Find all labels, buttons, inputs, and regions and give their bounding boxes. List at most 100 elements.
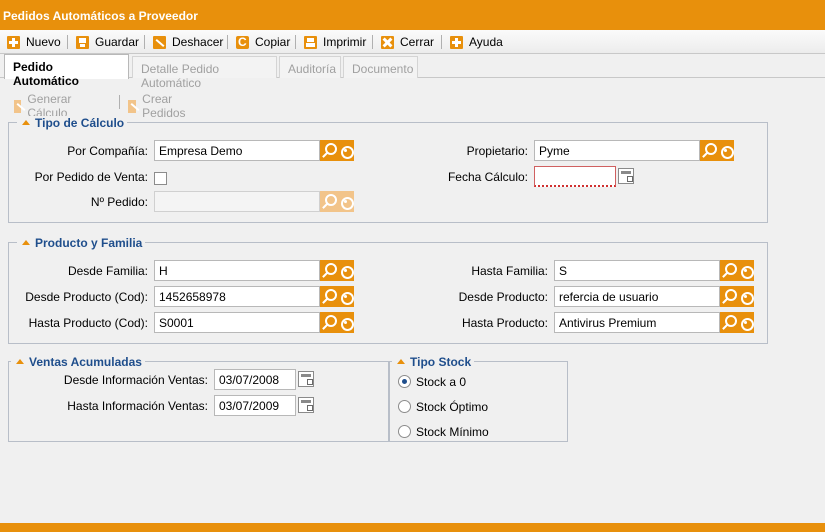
- calendar-icon[interactable]: [298, 371, 314, 387]
- cerrar-label: Cerrar: [400, 35, 435, 49]
- desde-info-ventas-input[interactable]: 03/07/2008: [214, 369, 296, 390]
- tipo-stock-title[interactable]: Tipo Stock: [392, 355, 475, 369]
- desde-familia-lookup[interactable]: [320, 260, 354, 281]
- deshacer-button[interactable]: Deshacer: [153, 33, 223, 51]
- desde-producto-lookup[interactable]: [720, 286, 754, 307]
- guardar-label: Guardar: [95, 35, 140, 49]
- generate-icon: [14, 99, 22, 113]
- fecha-calculo-input[interactable]: [534, 166, 616, 187]
- gear-icon[interactable]: [337, 312, 354, 333]
- stock-optimo-radio[interactable]: [398, 400, 411, 413]
- search-icon[interactable]: [320, 260, 337, 281]
- propietario-lookup[interactable]: [700, 140, 734, 161]
- tab-detalle-pedido-automatico[interactable]: Detalle Pedido Automático: [132, 56, 277, 90]
- calendar-icon[interactable]: [618, 168, 634, 184]
- search-icon[interactable]: [720, 260, 737, 281]
- ayuda-label: Ayuda: [469, 35, 503, 49]
- collapse-caret-icon: [19, 117, 33, 129]
- tab-documento[interactable]: Documento: [343, 56, 418, 78]
- hasta-producto-input[interactable]: Antivirus Premium: [554, 312, 720, 333]
- propietario-input[interactable]: Pyme: [534, 140, 700, 161]
- propietario-label: Propietario:: [466, 144, 528, 158]
- hasta-producto-cod-label: Hasta Producto (Cod):: [28, 316, 148, 330]
- hasta-producto-label: Hasta Producto:: [461, 316, 548, 330]
- stock-a-0-label: Stock a 0: [416, 375, 467, 389]
- nuevo-button[interactable]: Nuevo: [7, 33, 61, 51]
- search-icon[interactable]: [320, 140, 337, 161]
- gear-icon[interactable]: [337, 140, 354, 161]
- hasta-familia-label: Hasta Familia:: [471, 264, 548, 278]
- tab-strip: Pedido Automático Detalle Pedido Automát…: [0, 54, 825, 90]
- toolbar-separator: [295, 35, 296, 49]
- por-pedido-venta-label: Por Pedido de Venta:: [34, 170, 148, 184]
- toolbar-separator: [441, 35, 442, 49]
- stock-a-0-radio[interactable]: [398, 375, 411, 388]
- hasta-producto-cod-input[interactable]: S0001: [154, 312, 320, 333]
- calendar-icon[interactable]: [298, 397, 314, 413]
- stock-minimo-radio[interactable]: [398, 425, 411, 438]
- copiar-label: Copiar: [255, 35, 291, 49]
- collapse-caret-icon: [13, 356, 27, 368]
- create-orders-icon: [128, 99, 137, 113]
- gear-icon[interactable]: [337, 260, 354, 281]
- print-icon: [304, 35, 317, 49]
- desde-familia-label: Desde Familia:: [67, 264, 148, 278]
- desde-producto-cod-input[interactable]: 1452658978: [154, 286, 320, 307]
- ayuda-button[interactable]: Ayuda: [450, 33, 503, 51]
- search-icon[interactable]: [700, 140, 717, 161]
- cerrar-button[interactable]: Cerrar: [381, 33, 434, 51]
- crear-pedidos-button[interactable]: Crear Pedidos: [128, 92, 190, 120]
- ventas-acumuladas-title[interactable]: Ventas Acumuladas: [11, 355, 145, 369]
- desde-producto-label: Desde Producto:: [458, 290, 548, 304]
- desde-info-ventas-label: Desde Información Ventas:: [63, 373, 208, 387]
- hasta-producto-cod-lookup[interactable]: [320, 312, 354, 333]
- action-separator: [119, 95, 120, 109]
- imprimir-button[interactable]: Imprimir: [304, 33, 366, 51]
- close-icon: [381, 35, 394, 49]
- por-compania-input[interactable]: Empresa Demo: [154, 140, 320, 161]
- desde-producto-cod-label: Desde Producto (Cod):: [25, 290, 148, 304]
- search-icon[interactable]: [320, 191, 337, 212]
- nuevo-label: Nuevo: [26, 35, 61, 49]
- plus-icon: [7, 35, 20, 49]
- gear-icon[interactable]: [737, 312, 754, 333]
- guardar-button[interactable]: Guardar: [76, 33, 139, 51]
- help-icon: [450, 35, 463, 49]
- gear-icon[interactable]: [737, 260, 754, 281]
- no-pedido-input[interactable]: [154, 191, 320, 212]
- copy-icon: [236, 35, 249, 49]
- hasta-info-ventas-label: Hasta Información Ventas:: [67, 399, 208, 413]
- search-icon[interactable]: [320, 312, 337, 333]
- stock-minimo-label: Stock Mínimo: [416, 425, 489, 439]
- desde-producto-input[interactable]: refercia de usuario: [554, 286, 720, 307]
- hasta-familia-input[interactable]: S: [554, 260, 720, 281]
- por-pedido-venta-checkbox[interactable]: [154, 172, 167, 185]
- por-compania-label: Por Compañía:: [67, 144, 148, 158]
- search-icon[interactable]: [320, 286, 337, 307]
- por-compania-lookup[interactable]: [320, 140, 354, 161]
- search-icon[interactable]: [720, 286, 737, 307]
- producto-familia-title[interactable]: Producto y Familia: [17, 236, 146, 250]
- toolbar: Nuevo Guardar Deshacer Copiar Imprimir C…: [0, 30, 825, 54]
- crear-pedidos-label: Crear Pedidos: [142, 92, 186, 120]
- tab-pedido-automatico[interactable]: Pedido Automático: [4, 54, 129, 88]
- hasta-producto-lookup[interactable]: [720, 312, 754, 333]
- tab-auditoria[interactable]: Auditoría: [279, 56, 341, 78]
- desde-producto-cod-lookup[interactable]: [320, 286, 354, 307]
- gear-icon[interactable]: [717, 140, 734, 161]
- tipo-calculo-title[interactable]: Tipo de Cálculo: [17, 116, 128, 130]
- toolbar-separator: [144, 35, 145, 49]
- copiar-button[interactable]: Copiar: [236, 33, 290, 51]
- bottom-bar: [0, 523, 825, 532]
- gear-icon[interactable]: [737, 286, 754, 307]
- fecha-calculo-label: Fecha Cálculo:: [447, 170, 528, 184]
- search-icon[interactable]: [720, 312, 737, 333]
- desde-familia-input[interactable]: H: [154, 260, 320, 281]
- collapse-caret-icon: [19, 237, 33, 249]
- gear-icon[interactable]: [337, 286, 354, 307]
- gear-icon[interactable]: [337, 191, 354, 212]
- hasta-familia-lookup[interactable]: [720, 260, 754, 281]
- no-pedido-lookup[interactable]: [320, 191, 354, 212]
- toolbar-separator: [227, 35, 228, 49]
- hasta-info-ventas-input[interactable]: 03/07/2009: [214, 395, 296, 416]
